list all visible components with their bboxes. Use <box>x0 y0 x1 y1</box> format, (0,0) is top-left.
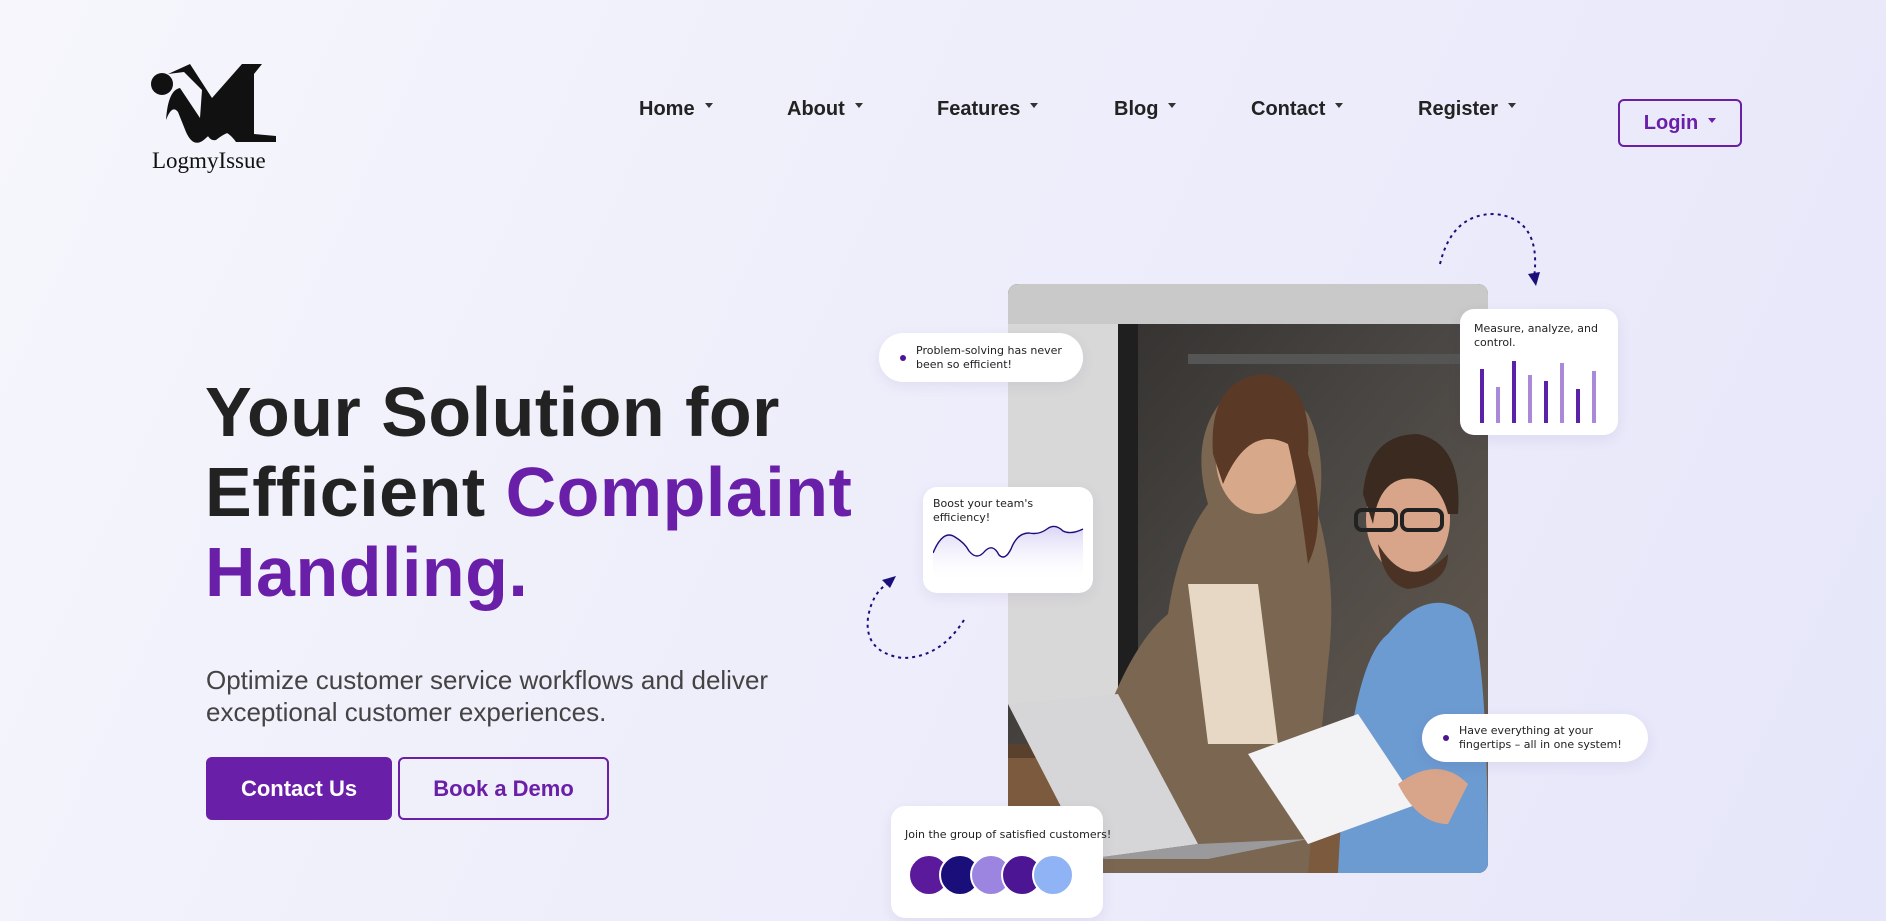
customers-text: Join the group of satisfied customers! <box>905 828 1112 841</box>
hero-title-accent2: Handling. <box>205 533 529 611</box>
logo-mark-icon <box>151 64 276 143</box>
hero-title-line2: Efficient <box>205 453 506 531</box>
fingertips-text: Have everything at your fingertips – all… <box>1459 724 1622 751</box>
nav-item-contact[interactable]: Contact <box>1251 98 1344 121</box>
bar-chart-icon <box>1480 361 1596 423</box>
book-demo-button[interactable]: Book a Demo <box>398 757 609 820</box>
hero-title-line1: Your Solution for <box>205 373 780 451</box>
boost-card: Boost your team's efficiency! <box>923 487 1093 593</box>
caret-down-icon <box>1030 103 1039 109</box>
customers-card: Join the group of satisfied customers! <box>891 806 1111 918</box>
line-chart-icon <box>933 525 1084 583</box>
nav-item-features[interactable]: Features <box>937 98 1039 121</box>
nav-item-about[interactable]: About <box>787 98 863 121</box>
nav-item-blog[interactable]: Blog <box>1114 98 1177 121</box>
brand-logo[interactable]: LogmyIssue <box>150 60 290 180</box>
nav-label: Contact <box>1251 98 1326 120</box>
problem-solving-card: Problem-solving has never been so effici… <box>879 333 1083 382</box>
avatar <box>1032 854 1074 896</box>
caret-down-icon <box>1708 117 1717 123</box>
hero-title-accent1: Complaint <box>505 453 853 531</box>
fingertips-card: Have everything at your fingertips – all… <box>1422 714 1648 762</box>
nav-label: Home <box>639 98 695 120</box>
bullet-dot <box>1443 735 1449 741</box>
logo-text: LogmyIssue <box>152 148 266 173</box>
customer-avatars <box>908 854 1088 896</box>
nav-label: Features <box>937 98 1021 120</box>
nav-label: About <box>787 98 845 120</box>
login-label: Login <box>1643 111 1699 134</box>
bullet-dot <box>900 354 906 361</box>
login-button[interactable]: Login <box>1618 99 1742 147</box>
caret-down-icon <box>1335 103 1344 109</box>
nav-label: Register <box>1418 98 1499 120</box>
hero-subtitle: Optimize customer service workflows and … <box>206 665 769 727</box>
caret-down-icon <box>1168 103 1177 109</box>
caret-down-icon <box>854 103 863 109</box>
dashed-curved-arrow-icon <box>1439 212 1540 286</box>
contact-us-button[interactable]: Contact Us <box>206 757 392 820</box>
caret-down-icon <box>1508 103 1517 109</box>
problem-solving-text: Problem-solving has never been so effici… <box>916 343 1062 371</box>
caret-down-icon <box>704 103 713 109</box>
nav-item-home[interactable]: Home <box>639 98 713 121</box>
hero-title: Your Solution for Efficient Complaint Ha… <box>205 372 852 612</box>
nav-label: Blog <box>1114 98 1159 120</box>
measure-text: Measure, analyze, and control. <box>1474 322 1598 349</box>
measure-card: Measure, analyze, and control. <box>1460 309 1618 435</box>
nav-item-register[interactable]: Register <box>1418 98 1517 121</box>
